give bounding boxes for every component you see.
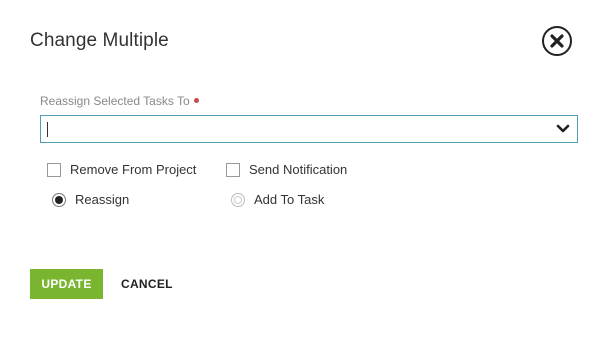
add-to-task-label: Add To Task [254,192,325,207]
change-multiple-dialog: Change Multiple Reassign Selected Tasks … [0,0,590,341]
remove-from-project-checkbox[interactable]: Remove From Project [47,162,196,177]
chevron-down-icon[interactable] [556,123,570,135]
reassign-field-label: Reassign Selected Tasks To [40,94,199,108]
reassign-field-label-text: Reassign Selected Tasks To [40,94,190,108]
checkbox-box[interactable] [47,162,61,177]
add-to-task-radio[interactable]: Add To Task [231,192,324,207]
reassign-label: Reassign [75,192,130,207]
close-button[interactable] [542,26,572,56]
update-button[interactable]: UPDATE [30,269,103,299]
text-cursor [47,122,48,137]
send-notification-label: Send Notification [249,162,348,177]
remove-from-project-label: Remove From Project [70,162,197,177]
required-indicator [193,98,199,104]
close-circle-icon [550,34,564,48]
dialog-title: Change Multiple [30,30,169,51]
radio-selected-icon[interactable] [52,192,66,207]
send-notification-checkbox[interactable]: Send Notification [226,162,347,177]
reassign-to-select[interactable] [40,115,578,143]
radio-disabled-icon[interactable] [231,192,245,207]
checkbox-box[interactable] [226,162,240,177]
cancel-button[interactable]: CANCEL [121,269,173,299]
reassign-radio[interactable]: Reassign [52,192,129,207]
